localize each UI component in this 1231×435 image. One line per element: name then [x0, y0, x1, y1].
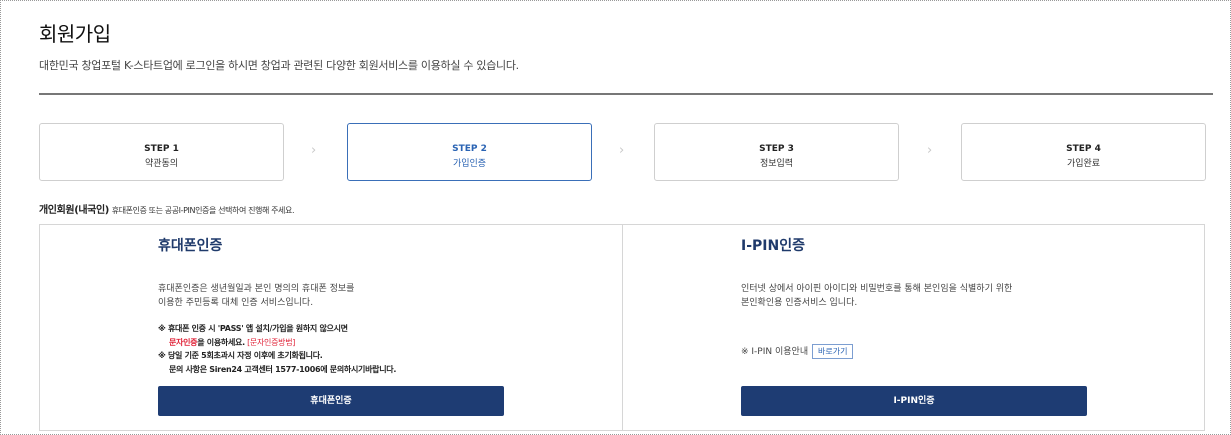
- step-3-label: 정보입력: [759, 159, 794, 169]
- phone-auth-button[interactable]: 휴대폰인증: [158, 386, 504, 416]
- phone-note-2: 을 이용하세요.: [197, 337, 245, 347]
- member-type-note: 개인회원(내국인) 휴대폰인증 또는 공공I-PIN인증을 선택하여 진행해 주…: [39, 201, 295, 216]
- chevron-right-icon: ›: [311, 143, 317, 158]
- ipin-guide-text: ※ I-PIN 이용안내: [741, 347, 809, 357]
- page-title: 회원가입: [39, 22, 111, 46]
- phone-desc-line-1: 휴대폰인증은 생년월일과 본인 명의의 휴대폰 정보를: [158, 284, 355, 294]
- phone-note-4: 문의 사항은 Siren24 고객센터 1577-1006에 문의하시기바랍니다…: [169, 364, 397, 374]
- ipin-desc-line-1: 인터넷 상에서 아이핀 아이디와 비밀번호를 통해 본인임을 식별하기 위한: [741, 284, 1013, 294]
- step-1-number: STEP 1: [144, 144, 179, 154]
- ipin-auth-panel: I-PIN인증 인터넷 상에서 아이핀 아이디와 비밀번호를 통해 본인임을 식…: [623, 225, 1205, 430]
- step-1-label: 약관동의: [144, 159, 179, 169]
- step-4-number: STEP 4: [1066, 144, 1101, 154]
- page-description: 대한민국 창업포털 K-스타트업에 로그인을 하시면 창업과 관련된 다양한 회…: [39, 59, 519, 72]
- auth-panels: 휴대폰인증 휴대폰인증은 생년월일과 본인 명의의 휴대폰 정보를 이용한 주민…: [39, 224, 1205, 431]
- step-3-number: STEP 3: [759, 144, 794, 154]
- sms-auth-text: 문자인증: [169, 337, 198, 347]
- title-divider: [39, 93, 1213, 95]
- step-2[interactable]: STEP 2 가입인증: [347, 123, 592, 181]
- ipin-auth-title: I-PIN인증: [741, 238, 805, 254]
- phone-note-1: ※ 휴대폰 인증 시 'PASS' 앱 설치/가입을 원하지 않으시면: [158, 324, 348, 333]
- phone-note-3: ※ 당일 기준 5회초과시 자정 이후에 초기화됩니다.: [158, 351, 323, 360]
- phone-desc-line-2: 이용한 주민등록 대체 인증 서비스입니다.: [158, 298, 314, 308]
- ipin-auth-description: 인터넷 상에서 아이핀 아이디와 비밀번호를 통해 본인임을 식별하기 위한 본…: [741, 282, 1131, 310]
- step-progress: STEP 1 약관동의 › STEP 2 가입인증 › STEP 3 정보입력 …: [39, 123, 1206, 181]
- ipin-desc-line-2: 본인확인용 인증서비스 입니다.: [741, 298, 858, 308]
- phone-auth-description: 휴대폰인증은 생년월일과 본인 명의의 휴대폰 정보를 이용한 주민등록 대체 …: [158, 282, 548, 310]
- member-note-text: 휴대폰인증 또는 공공I-PIN인증을 선택하여 진행해 주세요.: [111, 206, 295, 215]
- chevron-right-icon: ›: [927, 143, 933, 158]
- phone-auth-panel: 휴대폰인증 휴대폰인증은 생년월일과 본인 명의의 휴대폰 정보를 이용한 주민…: [40, 225, 622, 430]
- step-4-label: 가입완료: [1066, 159, 1101, 169]
- step-2-label: 가입인증: [452, 159, 487, 169]
- phone-auth-title: 휴대폰인증: [158, 238, 223, 254]
- sms-auth-method-link[interactable]: [문자인증방법]: [247, 338, 295, 347]
- step-3[interactable]: STEP 3 정보입력: [654, 123, 899, 181]
- ipin-auth-button[interactable]: I-PIN인증: [741, 386, 1087, 416]
- phone-auth-notes: ※ 휴대폰 인증 시 'PASS' 앱 설치/가입을 원하지 않으시면 문자인증…: [158, 322, 518, 376]
- step-1[interactable]: STEP 1 약관동의: [39, 123, 284, 181]
- member-type: 개인회원(내국인): [39, 205, 109, 216]
- ipin-guide-button[interactable]: 바로가기: [811, 344, 854, 359]
- step-2-number: STEP 2: [452, 144, 487, 154]
- ipin-guide: ※ I-PIN 이용안내 바로가기: [741, 344, 854, 359]
- step-4[interactable]: STEP 4 가입완료: [961, 123, 1206, 181]
- chevron-right-icon: ›: [619, 143, 625, 158]
